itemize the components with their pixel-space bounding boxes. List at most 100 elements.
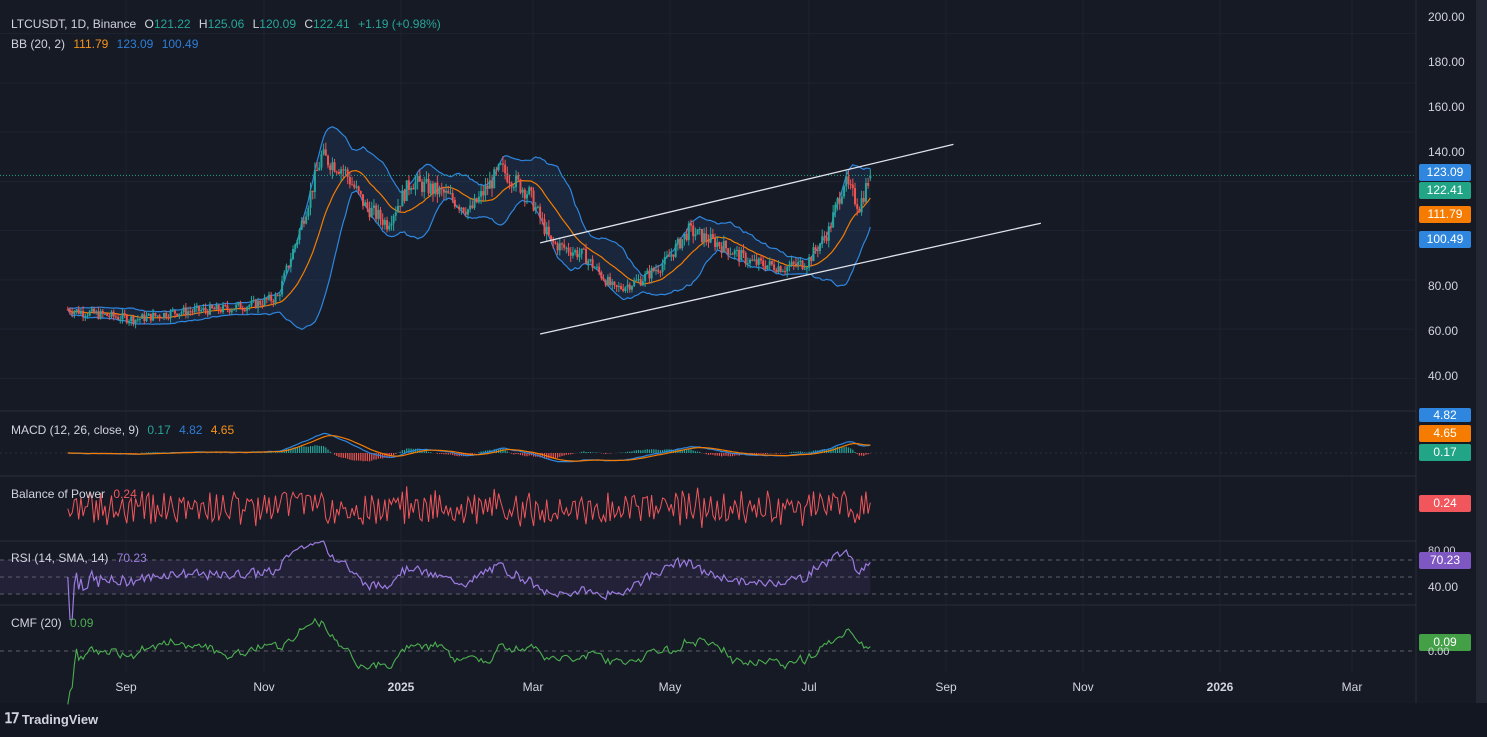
candle-body (219, 310, 222, 313)
candle-body (147, 313, 150, 316)
candle-body (792, 261, 795, 264)
candle-body (683, 233, 686, 240)
candle-body (543, 219, 546, 235)
candle-body (810, 257, 813, 262)
candle-body (705, 233, 708, 241)
candle-body (445, 190, 448, 193)
symbol-legend: LTCUSDT, 1D, Binance O121.22 H125.06 L12… (11, 17, 441, 31)
candle-body (523, 189, 526, 199)
candle-body (781, 271, 784, 273)
change-value: +1.19 (+0.98%) (358, 17, 441, 31)
candle-body (141, 314, 144, 319)
candle-body (86, 315, 89, 317)
brand-label: TradingView (21, 711, 99, 727)
candle-body (598, 266, 601, 272)
candle-body (801, 260, 804, 270)
macd-legend[interactable]: MACD (12, 26, close, 9) 0.17 4.82 4.65 (11, 423, 239, 437)
candle-body (700, 229, 703, 242)
close-value: 122.41 (313, 17, 350, 31)
candle-body (515, 175, 518, 188)
tradingview-logo[interactable]: 𝟣𝟩 TradingView (4, 711, 98, 727)
candle-body (215, 305, 218, 310)
candle-body (633, 280, 636, 287)
candle-body (442, 189, 445, 193)
candle-body (711, 234, 714, 238)
candle-body (73, 311, 76, 315)
candle-body (331, 162, 334, 171)
candle-body (449, 193, 452, 195)
candle-body (217, 305, 220, 311)
candle-body (108, 315, 111, 317)
candle-body (821, 236, 824, 244)
candle-body (838, 198, 841, 204)
candle-body (414, 181, 417, 190)
candle-body (812, 247, 815, 262)
candle-body (659, 271, 662, 273)
candle-body (560, 243, 563, 245)
bop-legend[interactable]: Balance of Power 0.24 (11, 487, 142, 501)
bop-label: Balance of Power (11, 487, 106, 501)
candle-body (388, 225, 391, 230)
candle-body (425, 178, 428, 182)
candle-body (342, 169, 345, 171)
candle-body (707, 240, 710, 243)
candle-body (663, 257, 666, 265)
candle-body (816, 250, 819, 252)
candle-body (351, 184, 354, 186)
candle-body (534, 207, 537, 211)
time-axis-label: Mar (522, 680, 544, 694)
candle-body (740, 250, 743, 261)
bop-value: 0.24 (113, 487, 137, 501)
candle-body (611, 281, 614, 286)
candle-body (335, 171, 338, 173)
candle-body (630, 286, 633, 290)
candle-body (773, 264, 776, 270)
candle-body (84, 315, 87, 317)
candle-body (204, 307, 207, 311)
candle-body (447, 190, 450, 194)
candle-body (243, 309, 246, 311)
candle-body (88, 311, 91, 316)
candle-body (755, 259, 758, 265)
chart-canvas[interactable] (0, 0, 1487, 737)
bb-lower: 100.49 (161, 37, 199, 51)
candle-body (851, 184, 854, 189)
price-axis-label: 180.00 (1428, 55, 1465, 69)
candle-body (580, 248, 583, 254)
candle-body (639, 279, 642, 286)
candle-body (453, 199, 456, 207)
candle-body (246, 307, 249, 311)
candle-body (657, 269, 660, 272)
candle-body (694, 234, 697, 237)
rsi-legend[interactable]: RSI (14, SMA, 14) 70.23 (11, 551, 152, 565)
candle-body (727, 248, 730, 255)
candle-body (751, 259, 754, 261)
candle-body (779, 266, 782, 272)
candle-body (609, 276, 612, 286)
candle-body (418, 175, 421, 182)
candle-body (213, 308, 216, 310)
candle-body (506, 173, 509, 183)
candle-body (628, 284, 631, 290)
last-price-tag: 122.41 (1419, 182, 1471, 199)
candle-body (294, 244, 297, 249)
open-value: 121.22 (153, 17, 191, 31)
hist-tag: 0.17 (1419, 444, 1471, 461)
candle-body (606, 276, 609, 286)
candle-body (845, 176, 848, 187)
candle-body (471, 205, 474, 208)
bb-legend[interactable]: BB (20, 2) 111.79 123.09 100.49 (11, 37, 203, 51)
candle-body (66, 309, 69, 311)
cmf-legend[interactable]: CMF (20) 0.09 (11, 616, 98, 630)
candle-body (154, 312, 157, 316)
candle-body (158, 315, 161, 318)
candle-body (768, 261, 771, 266)
candle-body (849, 184, 852, 186)
cmf-value: 0.09 (70, 616, 94, 630)
time-axis-label: Nov (253, 680, 275, 694)
candle-body (464, 211, 467, 215)
candle-body (79, 310, 82, 314)
candle-body (427, 178, 430, 194)
footer-bar (0, 703, 1487, 737)
candle-body (292, 248, 295, 260)
